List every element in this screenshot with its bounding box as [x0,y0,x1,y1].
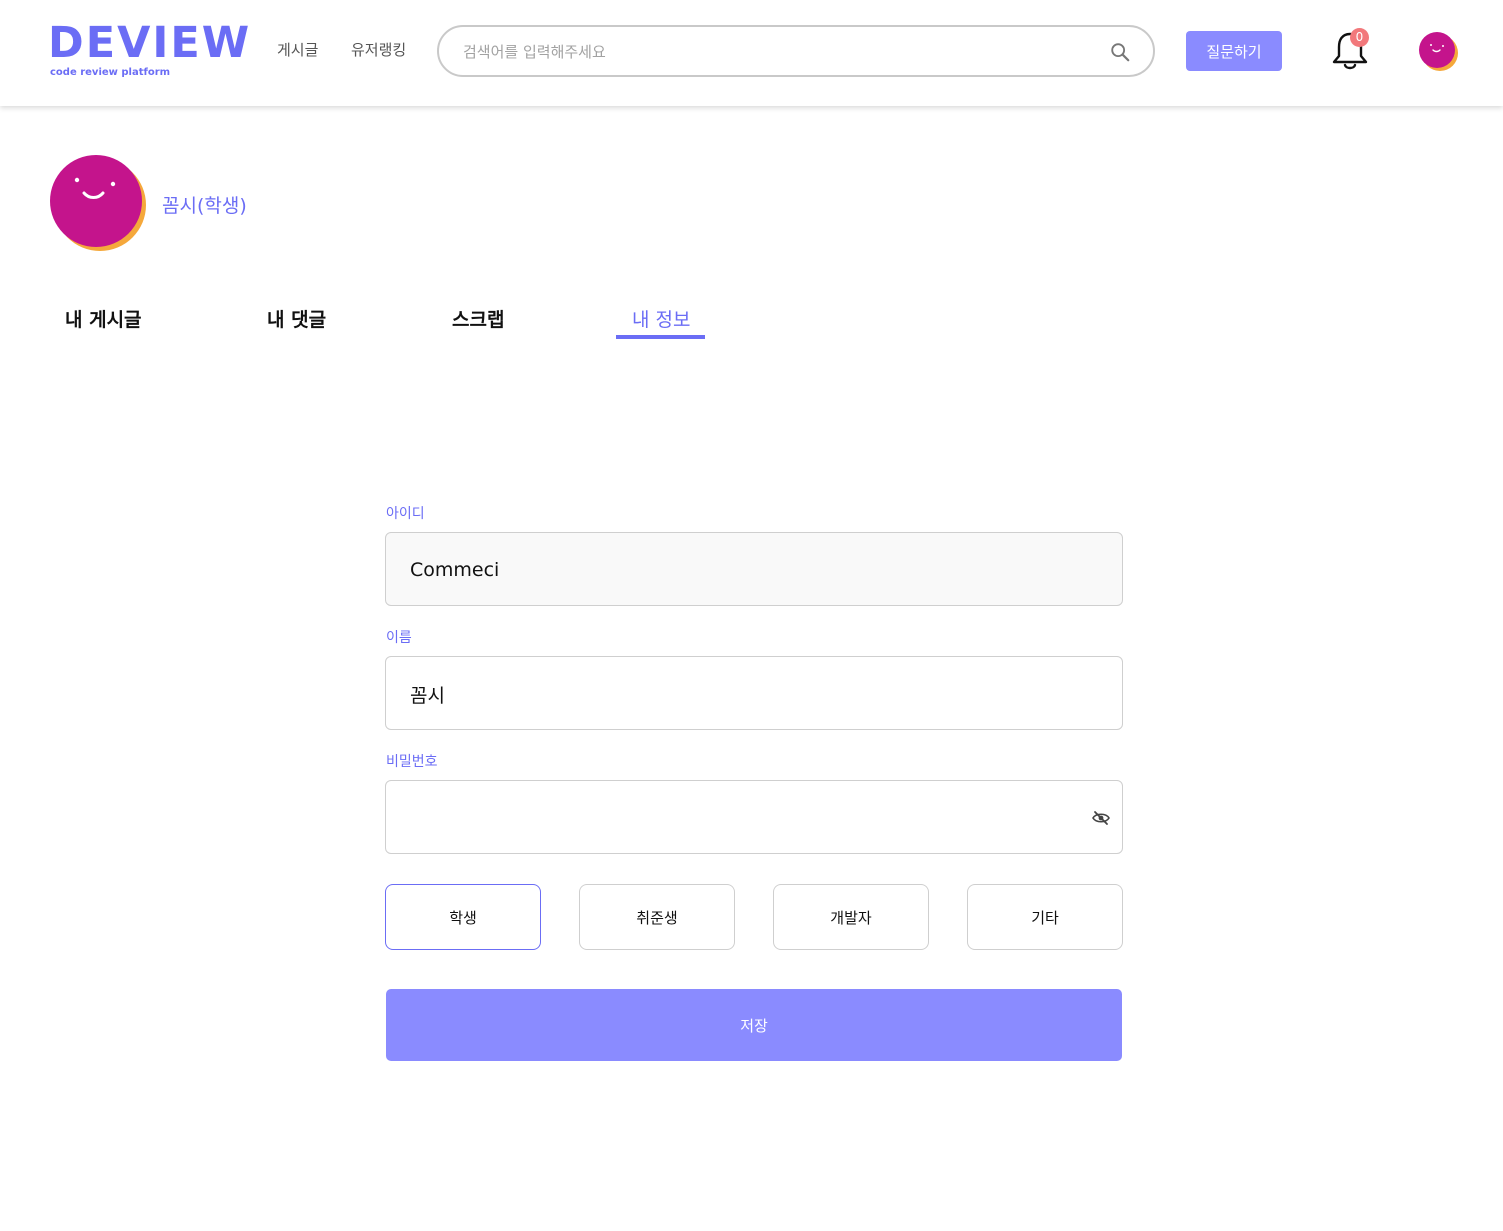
save-button[interactable]: 저장 [386,989,1122,1061]
name-field [385,656,1123,730]
header-avatar[interactable] [1418,31,1460,73]
tab-my-posts[interactable]: 내 게시글 [65,305,142,332]
role-developer-button[interactable]: 개발자 [773,884,929,950]
search-icon[interactable] [1109,41,1131,63]
nav-posts-link[interactable]: 게시글 [277,39,318,60]
id-input[interactable] [410,555,1070,585]
name-label: 이름 [386,630,412,646]
profile-avatar [50,155,146,251]
active-tab-indicator [616,335,705,339]
search-input[interactable] [463,40,1103,64]
name-input[interactable] [410,679,1070,709]
logo-tagline: code review platform [50,67,171,78]
role-student-button[interactable]: 학생 [385,884,541,950]
role-jobseeker-button[interactable]: 취준생 [579,884,735,950]
nav-ranking-link[interactable]: 유저랭킹 [351,39,406,60]
id-label: 아이디 [386,506,425,522]
password-input[interactable] [410,803,1070,833]
eye-off-icon[interactable] [1092,810,1110,826]
search-bar [437,25,1155,77]
password-label: 비밀번호 [386,754,438,770]
password-field [385,780,1123,854]
logo-wordmark: DEVIEW [48,18,252,68]
top-header: DEVIEW code review platform 게시글 유저랭킹 질문하… [0,0,1503,106]
notification-badge: 0 [1350,28,1369,47]
logo[interactable]: DEVIEW code review platform [48,18,252,80]
id-field [385,532,1123,606]
tab-my-info[interactable]: 내 정보 [632,305,690,332]
ask-question-button[interactable]: 질문하기 [1186,31,1282,71]
role-other-button[interactable]: 기타 [967,884,1123,950]
profile-name: 꼼시(학생) [162,195,247,217]
tab-scrap[interactable]: 스크랩 [452,305,504,332]
tab-my-comments[interactable]: 내 댓글 [267,305,326,332]
